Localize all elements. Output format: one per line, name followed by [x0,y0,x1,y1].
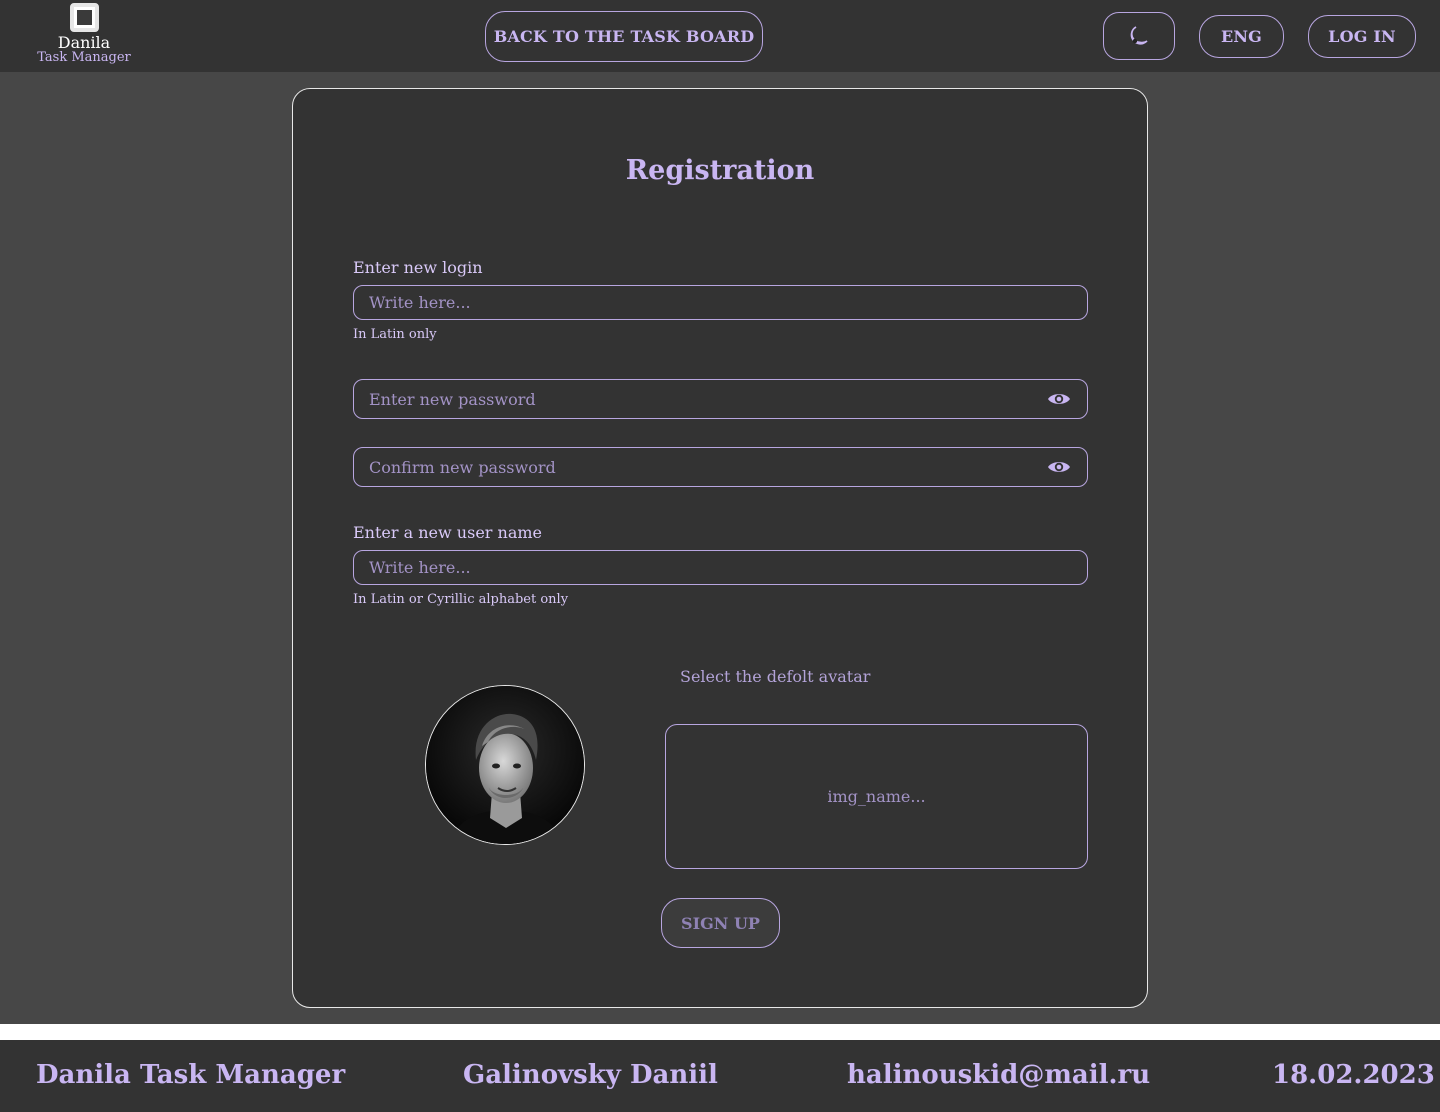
avatar-caption: Select the defolt avatar [680,667,871,686]
logo-square-icon [69,3,99,32]
eye-icon[interactable] [1047,391,1071,407]
footer: Danila Task Manager Galinovsky Daniil ha… [0,1040,1440,1112]
username-hint: In Latin or Cyrillic alphabet only [353,592,569,607]
logo-title: Danila [57,33,111,52]
back-to-task-board-button[interactable]: BACK TO THE TASK BOARD [485,11,763,62]
header: Danila Task Manager BACK TO THE TASK BOA… [0,0,1440,72]
username-label: Enter a new user name [353,523,542,542]
logo[interactable]: Danila Task Manager [36,3,132,69]
logo-subtitle: Task Manager [37,50,131,65]
footer-app-name: Danila Task Manager [36,1060,346,1090]
language-button[interactable]: ENG [1199,15,1284,58]
password-input[interactable] [353,379,1088,419]
confirm-password-input[interactable] [353,447,1088,487]
login-label: Enter new login [353,258,483,277]
avatar [425,685,585,845]
footer-date: 18.02.2023 [1272,1060,1435,1090]
username-input[interactable] [353,550,1088,585]
theme-toggle-button[interactable] [1103,12,1175,60]
login-hint: In Latin only [353,327,437,342]
eye-icon[interactable] [1047,459,1071,475]
page-title: Registration [625,155,815,186]
footer-email[interactable]: halinouskid@mail.ru [847,1060,1150,1090]
sign-up-button[interactable]: SIGN UP [661,898,780,948]
footer-divider [0,1024,1440,1040]
login-button[interactable]: LOG IN [1308,15,1416,58]
avatar-file-input[interactable]: img_name... [665,724,1088,869]
login-input[interactable] [353,285,1088,320]
moon-icon [1130,26,1148,45]
registration-card: Registration Enter new login In Latin on… [292,88,1148,1008]
avatar-portrait-icon [426,686,584,844]
footer-author: Galinovsky Daniil [463,1060,718,1090]
